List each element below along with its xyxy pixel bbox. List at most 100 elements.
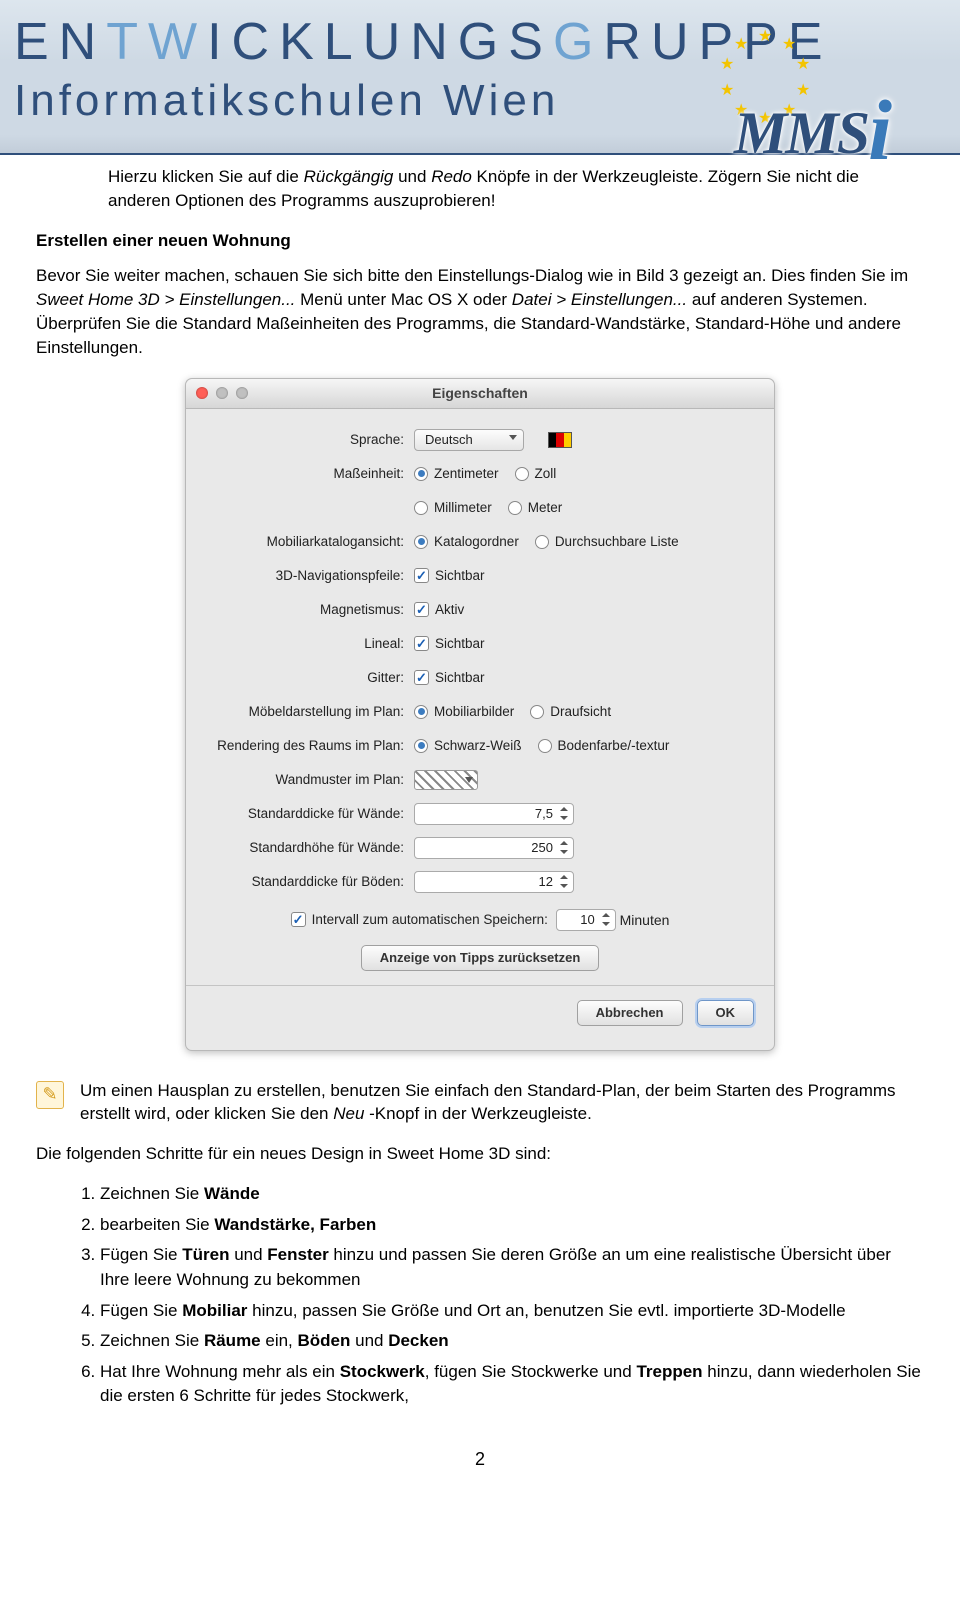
step-6: Hat Ihre Wohnung mehr als ein Stockwerk,… — [100, 1360, 924, 1409]
step-4: Fügen Sie Mobiliar hinzu, passen Sie Grö… — [100, 1299, 924, 1324]
t: TW — [106, 13, 207, 71]
radio-draufsicht[interactable]: Draufsicht — [530, 704, 611, 719]
t: ICKLUNGS — [207, 13, 553, 71]
check-gitter[interactable]: Sichtbar — [414, 670, 485, 685]
step-1: Zeichnen Sie Wände — [100, 1182, 924, 1207]
t: , fügen Sie Stockwerke und — [425, 1362, 637, 1381]
row-gitter: Gitter: Sichtbar — [206, 663, 754, 693]
label: Magnetismus: — [206, 602, 414, 617]
wall-thickness-field[interactable]: 7,5 — [414, 803, 574, 825]
dialog-body: Sprache: Deutsch Maßeinheit: Zentimeter … — [186, 409, 774, 1050]
row-lineal: Lineal: Sichtbar — [206, 629, 754, 659]
row-hoehe-wand: Standardhöhe für Wände: 250 — [206, 833, 754, 863]
properties-dialog: Eigenschaften Sprache: Deutsch Maßeinhei… — [185, 378, 775, 1051]
step-5: Zeichnen Sie Räume ein, Böden und Decken — [100, 1329, 924, 1354]
t: Fenster — [267, 1245, 328, 1264]
tip-icon: ✎ — [36, 1081, 64, 1109]
label: Möbeldarstellung im Plan: — [206, 704, 414, 719]
row-dicke-boden: Standarddicke für Böden: 12 — [206, 867, 754, 897]
page-header-banner: ENTWICKLUNGSGRUPPE Informatikschulen Wie… — [0, 0, 960, 155]
radio-katalogordner[interactable]: Katalogordner — [414, 534, 519, 549]
t: MMS — [734, 100, 868, 166]
label: Standarddicke für Böden: — [206, 874, 414, 889]
label: Maßeinheit: — [206, 466, 414, 481]
t: Neu — [333, 1104, 364, 1123]
t: EN — [14, 13, 106, 71]
radio-bodenfarbe[interactable]: Bodenfarbe/-textur — [538, 738, 670, 753]
unit-label: Minuten — [620, 912, 670, 928]
step-3: Fügen Sie Türen und Fenster hinzu und pa… — [100, 1243, 924, 1292]
reset-tips-button[interactable]: Anzeige von Tipps zurücksetzen — [361, 945, 600, 971]
check-nav[interactable]: Sichtbar — [414, 568, 485, 583]
t: Zeichnen Sie — [100, 1331, 204, 1350]
page-content: Hierzu klicken Sie auf die Rückgängig un… — [0, 155, 960, 1490]
section-heading: Erstellen einer neuen Wohnung — [36, 229, 924, 253]
field-value: 10 — [580, 912, 594, 927]
radio-durchsuchbar[interactable]: Durchsuchbare Liste — [535, 534, 679, 549]
t: G — [553, 13, 603, 71]
radio-sw[interactable]: Schwarz-Weiß — [414, 738, 522, 753]
row-katalog: Mobiliarkatalogansicht: Katalogordner Du… — [206, 527, 754, 557]
language-select[interactable]: Deutsch — [414, 429, 524, 451]
check-autosave[interactable]: Intervall zum automatischen Speichern: — [291, 912, 548, 927]
cancel-button[interactable]: Abbrechen — [577, 1000, 683, 1026]
t: ein, — [261, 1331, 298, 1350]
t: Menü unter Mac OS X oder — [295, 290, 511, 309]
row-wandmuster: Wandmuster im Plan: — [206, 765, 754, 795]
t: Zeichnen Sie — [100, 1184, 204, 1203]
radio-label: Bodenfarbe/-textur — [558, 738, 670, 753]
check-label: Aktiv — [435, 602, 464, 617]
row-interval: Intervall zum automatischen Speichern: 1… — [206, 905, 754, 935]
t: Wandstärke, Farben — [214, 1215, 376, 1234]
t: -Knopf in der Werkzeugleiste. — [364, 1104, 591, 1123]
row-reset: Anzeige von Tipps zurücksetzen — [206, 945, 754, 971]
t: Hat Ihre Wohnung mehr als ein — [100, 1362, 340, 1381]
wall-height-field[interactable]: 250 — [414, 837, 574, 859]
row-magnet: Magnetismus: Aktiv — [206, 595, 754, 625]
t: und — [393, 167, 431, 186]
t: Böden — [298, 1331, 351, 1350]
dialog-title: Eigenschaften — [186, 385, 774, 401]
field-value: 250 — [531, 840, 553, 855]
floor-thickness-field[interactable]: 12 — [414, 871, 574, 893]
radio-millimeter[interactable]: Millimeter — [414, 500, 492, 515]
stepper-icon[interactable] — [557, 873, 571, 891]
t: Hierzu klicken Sie auf die — [108, 167, 304, 186]
radio-label: Millimeter — [434, 500, 492, 515]
radio-mobiliarbilder[interactable]: Mobiliarbilder — [414, 704, 514, 719]
label: Rendering des Raums im Plan: — [206, 738, 414, 753]
autosave-interval-field[interactable]: 10 — [556, 909, 616, 931]
radio-zoll[interactable]: Zoll — [515, 466, 557, 481]
row-sprache: Sprache: Deutsch — [206, 425, 754, 455]
row-masseinheit-2: Millimeter Meter — [206, 493, 754, 523]
t: Datei > Einstellungen... — [512, 290, 687, 309]
stepper-icon[interactable] — [557, 805, 571, 823]
t: Fügen Sie — [100, 1301, 182, 1320]
logo-text: MMSi — [734, 74, 890, 174]
radio-label: Schwarz-Weiß — [434, 738, 522, 753]
field-value: 12 — [539, 874, 553, 889]
radio-meter[interactable]: Meter — [508, 500, 563, 515]
ok-button[interactable]: OK — [697, 1000, 755, 1026]
tip-text: Um einen Hausplan zu erstellen, benutzen… — [80, 1079, 924, 1127]
radio-zentimeter[interactable]: Zentimeter — [414, 466, 499, 481]
t: hinzu, passen Sie Größe und Ort an, benu… — [247, 1301, 845, 1320]
dialog-titlebar: Eigenschaften — [186, 379, 774, 409]
label: 3D-Navigationspfeile: — [206, 568, 414, 583]
check-label: Intervall zum automatischen Speichern: — [312, 912, 548, 927]
check-lineal[interactable]: Sichtbar — [414, 636, 485, 651]
t: bearbeiten Sie — [100, 1215, 214, 1234]
check-magnet[interactable]: Aktiv — [414, 602, 464, 617]
pattern-select[interactable] — [414, 770, 478, 790]
t: und — [229, 1245, 267, 1264]
stepper-icon[interactable] — [557, 839, 571, 857]
radio-label: Mobiliarbilder — [434, 704, 514, 719]
stepper-icon[interactable] — [599, 911, 613, 929]
select-value: Deutsch — [425, 432, 473, 447]
radio-label: Meter — [528, 500, 563, 515]
radio-label: Zoll — [535, 466, 557, 481]
section-paragraph: Bevor Sie weiter machen, schauen Sie sic… — [36, 264, 924, 359]
t: Decken — [388, 1331, 448, 1350]
field-value: 7,5 — [535, 806, 553, 821]
dialog-figure: Eigenschaften Sprache: Deutsch Maßeinhei… — [36, 378, 924, 1051]
